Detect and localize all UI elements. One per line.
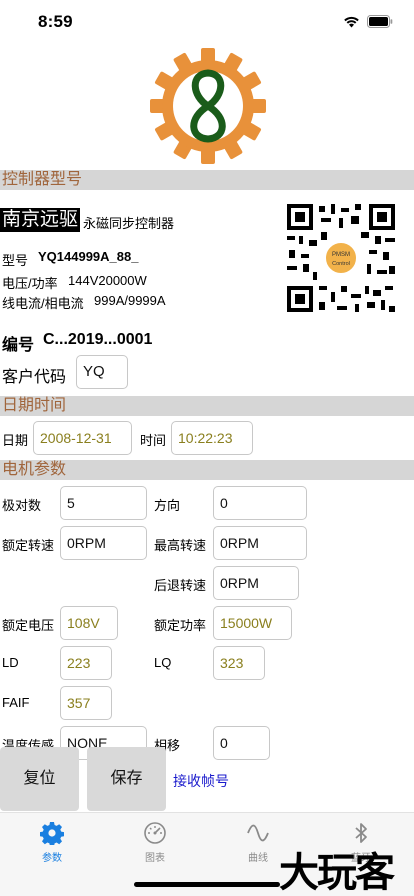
pole-pairs-label: 极对数: [2, 498, 42, 513]
tab-parameters[interactable]: 参数: [0, 813, 104, 873]
qr-code: PMSM Control: [285, 202, 397, 314]
gear-icon: [40, 822, 64, 845]
current-label: 线电流/相电流: [2, 296, 84, 311]
rated-power-label: 额定功率: [154, 618, 207, 633]
status-bar: 8:59: [0, 0, 414, 44]
status-time: 8:59: [38, 12, 73, 31]
lq-input[interactable]: 323: [213, 646, 265, 680]
pole-pairs-input[interactable]: 5: [60, 486, 147, 520]
tab-chart[interactable]: 图表: [103, 813, 207, 873]
model-label: 型号: [2, 253, 29, 268]
rated-voltage-input[interactable]: 108V: [60, 606, 118, 640]
ld-label: LD: [2, 655, 19, 670]
serial-label: 编号: [2, 337, 35, 354]
section-header-datetime: 日期时间: [0, 396, 414, 416]
ld-input[interactable]: 223: [60, 646, 112, 680]
wifi-icon: [344, 16, 359, 28]
direction-input[interactable]: 0: [213, 486, 307, 520]
app-logo: [150, 48, 266, 164]
qr-badge-top: PMSM: [332, 252, 350, 258]
lq-label: LQ: [154, 655, 172, 670]
save-button[interactable]: 保存: [87, 747, 166, 811]
serial-value: C...2019...0001: [43, 331, 153, 348]
voltage-power-value: 144V20000W: [68, 273, 147, 288]
receive-frame-link[interactable]: 接收帧号: [173, 771, 229, 791]
section-header-motor: 电机参数: [0, 460, 414, 480]
rated-speed-input[interactable]: 0RPM: [60, 526, 147, 560]
rated-power-input[interactable]: 15000W: [213, 606, 292, 640]
time-label: 时间: [140, 433, 167, 448]
direction-label: 方向: [154, 498, 181, 513]
home-indicator[interactable]: [134, 882, 280, 887]
tab-label-parameters: 参数: [42, 853, 62, 864]
voltage-power-label: 电压/功率: [2, 276, 58, 291]
controller-subtitle: 永磁同步控制器: [83, 216, 175, 231]
reverse-speed-input[interactable]: 0RPM: [213, 566, 299, 600]
qr-badge-bottom: Control: [332, 261, 350, 267]
date-label: 日期: [2, 433, 29, 448]
max-speed-label: 最高转速: [154, 538, 207, 553]
faif-label: FAIF: [2, 695, 30, 710]
faif-input[interactable]: 357: [60, 686, 112, 720]
reset-button[interactable]: 复位: [0, 747, 79, 811]
max-speed-input[interactable]: 0RPM: [213, 526, 307, 560]
date-input[interactable]: 2008-12-31: [33, 421, 132, 455]
section-header-model: 控制器型号: [0, 170, 414, 190]
customer-code-input[interactable]: YQ: [76, 355, 128, 389]
rated-voltage-label: 额定电压: [2, 618, 55, 633]
current-value: 999A/9999A: [94, 293, 166, 308]
wave-icon: [247, 824, 269, 842]
phase-shift-input[interactable]: 0: [213, 726, 270, 760]
reverse-speed-label: 后退转速: [154, 578, 207, 593]
brand-name: 南京远驱: [0, 208, 81, 232]
tab-label-chart: 图表: [145, 853, 165, 864]
rated-speed-label: 额定转速: [2, 538, 55, 553]
model-value: YQ144999A_88_: [38, 249, 139, 264]
battery-icon: [367, 15, 393, 28]
customer-code-label: 客户代码: [2, 369, 67, 386]
time-input[interactable]: 10:22:23: [171, 421, 253, 455]
watermark: 大玩客: [279, 851, 395, 895]
gauge-icon: [144, 822, 166, 844]
